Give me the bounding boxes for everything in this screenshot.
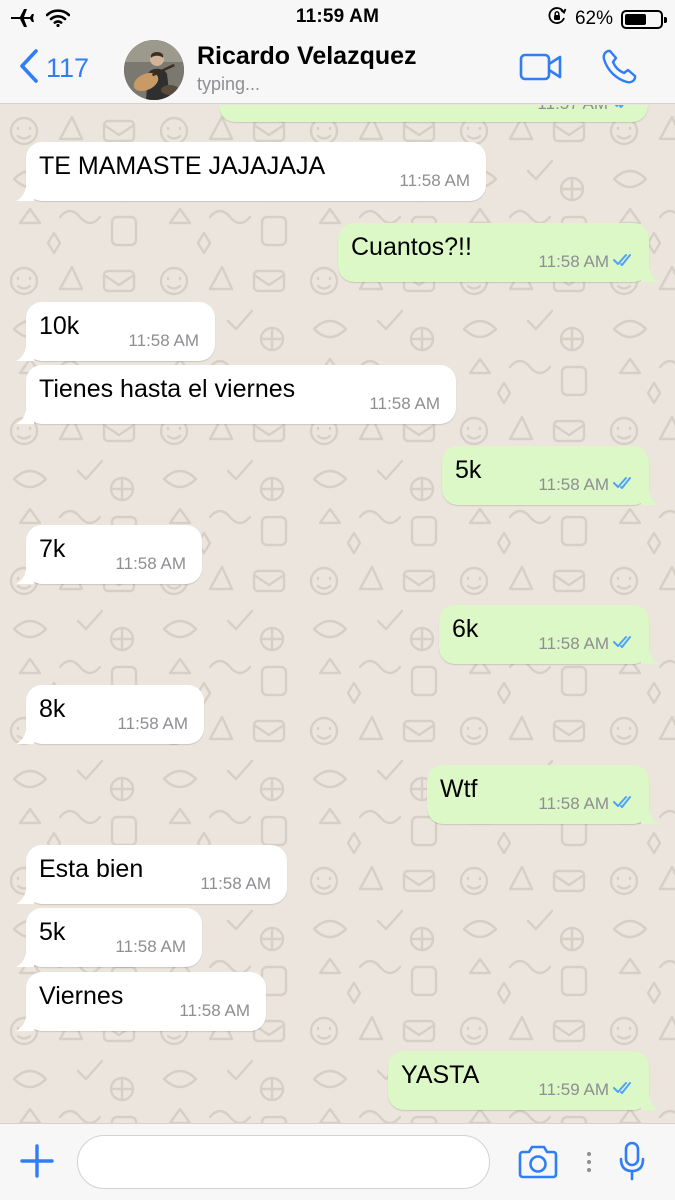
message-text: 7k (39, 535, 66, 563)
message-bubble-partial[interactable]: 11:57 AM (219, 105, 648, 122)
microphone-icon (619, 1141, 645, 1185)
phone-call-icon (600, 49, 638, 90)
bubble-tail (16, 183, 34, 201)
message-text: 5k (39, 918, 66, 946)
outgoing-message[interactable]: YASTA 11:59 AM (388, 1051, 659, 1110)
message-text: 5k (455, 456, 482, 484)
read-ticks-icon (613, 475, 635, 495)
incoming-message[interactable]: 5k 11:58 AM (16, 908, 202, 967)
incoming-message[interactable]: TE MAMASTE JAJAJAJA 11:58 AM (16, 142, 486, 201)
message-time: 11:58 AM (117, 714, 188, 733)
bubble-tail (641, 806, 659, 824)
input-bar (0, 1123, 675, 1200)
incoming-message[interactable]: Esta bien 11:58 AM (16, 845, 287, 904)
voice-call-button[interactable] (600, 48, 638, 91)
message-time: 11:58 AM (128, 331, 199, 350)
outgoing-message[interactable]: Wtf 11:58 AM (427, 765, 659, 824)
bubble-tail (641, 1092, 659, 1110)
attach-button[interactable] (18, 1142, 56, 1185)
message-text: YASTA (401, 1061, 480, 1089)
outgoing-message[interactable]: 6k 11:58 AM (439, 605, 659, 664)
message-text: 8k (39, 695, 66, 723)
bubble-tail (16, 343, 34, 361)
video-call-button[interactable] (519, 52, 563, 87)
orientation-lock-icon (547, 6, 567, 32)
message-time: 11:58 AM (115, 554, 186, 573)
message-text: Esta bien (39, 855, 144, 883)
incoming-message[interactable]: 8k 11:58 AM (16, 685, 204, 744)
read-ticks-icon (612, 105, 634, 114)
avatar[interactable] (124, 40, 184, 100)
message-time: 11:59 AM (538, 1080, 635, 1100)
message-time: 11:58 AM (538, 794, 635, 814)
bubble-tail (641, 487, 659, 505)
bubble-tail (641, 646, 659, 664)
message-text: 10k (39, 312, 80, 340)
incoming-message[interactable]: Viernes 11:58 AM (16, 972, 266, 1031)
chat-header: 117 Ricardo Velazquez typing... (0, 36, 675, 104)
message-text: TE MAMASTE JAJAJAJA (39, 152, 326, 180)
plus-icon (18, 1144, 56, 1184)
message-time: 11:57 AM (537, 105, 634, 114)
message-text: Tienes hasta el viernes (39, 375, 296, 403)
more-dots-icon (585, 1150, 593, 1179)
read-ticks-icon (613, 634, 635, 654)
video-call-icon (519, 53, 563, 86)
chevron-left-icon (18, 48, 40, 89)
contact-status: typing... (197, 74, 261, 94)
bubble-tail (16, 566, 34, 584)
message-time: 11:58 AM (538, 634, 635, 654)
message-time: 11:58 AM (538, 475, 635, 495)
camera-button[interactable] (517, 1145, 559, 1184)
read-ticks-icon (613, 252, 635, 272)
message-time: 11:58 AM (115, 937, 186, 956)
status-right: 62% (547, 6, 667, 32)
message-time: 11:58 AM (179, 1001, 250, 1020)
incoming-message[interactable]: 10k 11:58 AM (16, 302, 215, 361)
message-text: Cuantos?!! (351, 233, 472, 261)
battery-percent: 62% (574, 8, 613, 29)
read-ticks-icon (613, 794, 635, 814)
unread-count: 117 (46, 53, 90, 83)
incoming-message[interactable]: Tienes hasta el viernes 11:58 AM (16, 365, 456, 424)
outgoing-message[interactable]: Cuantos?!! 11:58 AM (338, 223, 659, 282)
battery-level-fill (625, 13, 647, 25)
message-text: Wtf (440, 775, 478, 803)
message-time: 11:58 AM (399, 171, 470, 190)
camera-icon (517, 1145, 559, 1183)
message-input[interactable] (77, 1135, 490, 1189)
incoming-message[interactable]: 7k 11:58 AM (16, 525, 202, 584)
status-bar: 11:59 AM 62% (0, 0, 675, 36)
outgoing-message[interactable]: 5k 11:58 AM (442, 446, 659, 505)
back-button[interactable]: 117 (18, 48, 89, 89)
battery-icon (621, 9, 667, 29)
bubble-tail (16, 886, 34, 904)
message-time: 11:58 AM (200, 874, 271, 893)
message-time: 11:58 AM (538, 252, 635, 272)
message-text: Viernes (39, 982, 124, 1010)
bubble-tail (641, 264, 659, 282)
voice-note-button[interactable] (619, 1141, 645, 1186)
bubble-tail (16, 949, 34, 967)
read-ticks-icon (613, 1080, 635, 1100)
bubble-tail (16, 1013, 34, 1031)
bubble-tail (16, 406, 34, 424)
contact-name[interactable]: Ricardo Velazquez (197, 42, 417, 71)
message-time: 11:58 AM (369, 394, 440, 413)
message-text: 6k (452, 615, 479, 643)
bubble-tail (16, 726, 34, 744)
chat-area[interactable]: 11:57 AM TE MAMASTE JAJAJAJA11:58 AMCuan… (0, 105, 675, 1123)
